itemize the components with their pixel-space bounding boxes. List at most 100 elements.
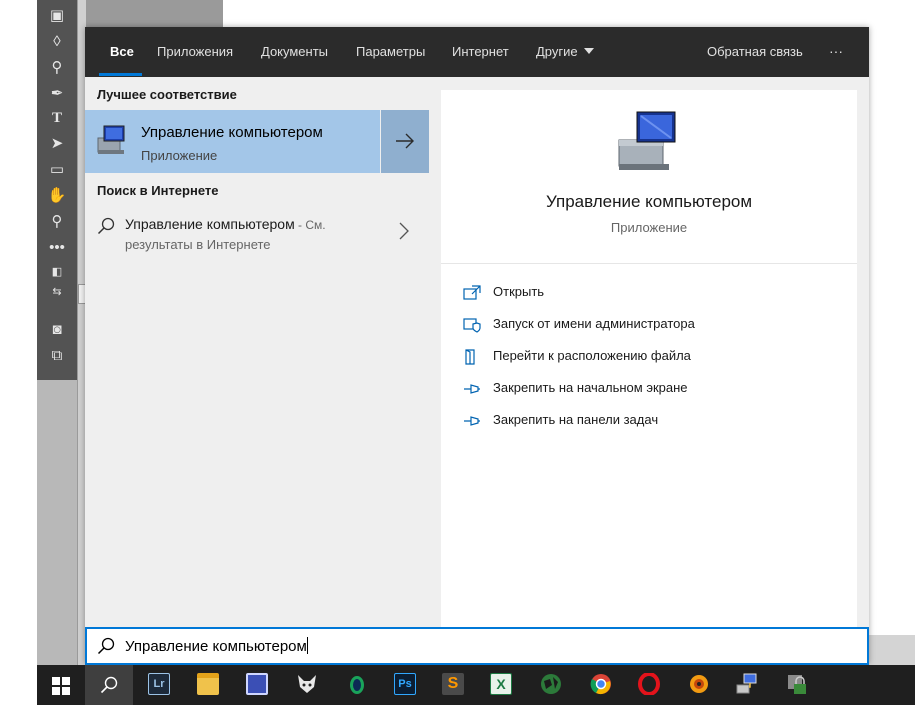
taskbar-xnview[interactable] bbox=[675, 665, 723, 705]
taskbar: Lr Ps S X bbox=[37, 665, 915, 705]
drop-icon bbox=[350, 676, 364, 694]
taskbar-chrome[interactable] bbox=[577, 665, 625, 705]
action-pin-to-taskbar-label: Закрепить на панели задач bbox=[493, 412, 659, 427]
windows-logo-icon bbox=[52, 677, 70, 695]
active-tab-indicator bbox=[99, 73, 142, 76]
tab-web[interactable]: Интернет bbox=[452, 27, 509, 77]
taskbar-globe-app[interactable] bbox=[527, 665, 575, 705]
action-open-file-location[interactable]: Перейти к расположению файла bbox=[463, 346, 843, 368]
text-caret bbox=[306, 637, 308, 654]
search-box[interactable]: Управление компьютером bbox=[85, 627, 869, 665]
search-icon bbox=[97, 637, 115, 655]
dodge-tool-icon[interactable]: ⚲ bbox=[46, 58, 68, 78]
taskbar-start-button[interactable] bbox=[37, 665, 85, 705]
excel-icon: X bbox=[490, 673, 512, 695]
path-select-tool-icon[interactable]: ➤ bbox=[46, 134, 68, 154]
hand-tool-icon[interactable]: ✋ bbox=[46, 186, 68, 206]
opera-icon bbox=[638, 673, 660, 695]
best-match-result[interactable]: Управление компьютером Приложение bbox=[85, 110, 380, 173]
web-search-subtitle: результаты в Интернете bbox=[125, 237, 271, 252]
more-options-button[interactable]: ··· bbox=[829, 27, 843, 77]
globe-icon bbox=[541, 674, 561, 694]
open-preview-button[interactable] bbox=[381, 110, 429, 173]
file-location-icon bbox=[465, 349, 475, 365]
chevron-down-icon bbox=[583, 48, 594, 54]
tab-all[interactable]: Все bbox=[110, 27, 134, 77]
fox-icon bbox=[298, 675, 316, 693]
web-search-query: Управление компьютером bbox=[125, 216, 295, 232]
start-search-menu: Все Приложения Документы Параметры Интер… bbox=[85, 27, 869, 665]
taskbar-lightroom[interactable]: Lr bbox=[135, 665, 183, 705]
search-icon bbox=[100, 676, 118, 694]
tab-documents[interactable]: Документы bbox=[261, 27, 328, 77]
action-run-as-admin-label: Запуск от имени администратора bbox=[493, 316, 695, 331]
zoom-tool-icon[interactable]: ⚲ bbox=[46, 212, 68, 232]
action-pin-to-taskbar[interactable]: Закрепить на панели задач bbox=[463, 410, 843, 432]
web-search-title: Управление компьютером - См. bbox=[125, 216, 326, 232]
taskbar-opera[interactable] bbox=[625, 665, 673, 705]
action-open[interactable]: Открыть bbox=[463, 282, 843, 304]
taskbar-foobar[interactable] bbox=[283, 665, 331, 705]
computer-management-icon bbox=[97, 125, 125, 154]
action-pin-to-start[interactable]: Закрепить на начальном экране bbox=[463, 378, 843, 400]
folder-icon bbox=[197, 673, 219, 695]
sun-icon bbox=[690, 675, 708, 693]
floppy-disk-icon bbox=[246, 673, 268, 695]
computer-management-large-icon bbox=[618, 111, 676, 170]
taskbar-file-explorer[interactable] bbox=[184, 665, 232, 705]
taskbar-sublime[interactable]: S bbox=[429, 665, 477, 705]
action-run-as-admin[interactable]: Запуск от имени администратора bbox=[463, 314, 843, 336]
search-icon bbox=[97, 217, 115, 235]
gradient-tool-icon[interactable]: ▣ bbox=[46, 6, 68, 26]
action-open-label: Открыть bbox=[493, 284, 545, 299]
network-computer-icon bbox=[736, 673, 757, 694]
best-match-heading: Лучшее соответствие bbox=[97, 87, 237, 102]
taskbar-network-app[interactable] bbox=[723, 665, 771, 705]
tab-more[interactable]: Другие bbox=[536, 27, 594, 77]
open-icon bbox=[463, 285, 481, 300]
lock-icon bbox=[788, 675, 806, 694]
chevron-right-icon bbox=[399, 222, 409, 240]
pen-tool-icon[interactable]: ✒ bbox=[46, 84, 68, 104]
action-pin-to-start-label: Закрепить на начальном экране bbox=[493, 380, 688, 395]
lightroom-icon: Lr bbox=[148, 673, 170, 695]
search-input[interactable]: Управление компьютером bbox=[125, 637, 308, 655]
shield-icon bbox=[463, 318, 481, 333]
search-tab-bar: Все Приложения Документы Параметры Интер… bbox=[85, 27, 869, 77]
photoshop-toolbar: ▣ ◊ ⚲ ✒ T ➤ ▭ ✋ ⚲ ••• ◧ ⇆ ◙ ⧉ bbox=[37, 0, 108, 380]
rectangle-tool-icon[interactable]: ▭ bbox=[46, 160, 68, 180]
taskbar-search-button[interactable] bbox=[85, 665, 133, 705]
photoshop-icon: Ps bbox=[394, 673, 416, 695]
photoshop-panel bbox=[868, 635, 915, 665]
photoshop-canvas bbox=[85, 0, 223, 27]
type-tool-icon[interactable]: T bbox=[46, 108, 68, 128]
preview-title: Управление компьютером bbox=[545, 192, 753, 211]
tab-settings[interactable]: Параметры bbox=[356, 27, 425, 77]
chrome-icon bbox=[590, 674, 611, 695]
web-search-heading: Поиск в Интернете bbox=[97, 183, 219, 198]
more-tools-icon[interactable]: ••• bbox=[46, 238, 68, 258]
pin-icon bbox=[464, 384, 480, 394]
pin-icon bbox=[464, 416, 480, 426]
swap-colors-icon[interactable]: ◧ ⇆ bbox=[46, 262, 68, 298]
quick-mask-icon[interactable]: ◙ bbox=[46, 320, 68, 340]
best-match-title: Управление компьютером bbox=[141, 124, 323, 141]
tab-apps[interactable]: Приложения bbox=[157, 27, 233, 77]
search-input-value: Управление компьютером bbox=[125, 638, 307, 655]
screen-mode-icon[interactable]: ⧉ bbox=[46, 346, 68, 366]
taskbar-lock-app[interactable] bbox=[773, 665, 821, 705]
arrow-right-icon bbox=[396, 133, 414, 149]
preview-subtitle: Приложение bbox=[610, 220, 688, 235]
taskbar-app-drop[interactable] bbox=[333, 665, 381, 705]
sublime-icon: S bbox=[442, 673, 464, 695]
preview-pane: Управление компьютером Приложение Открыт… bbox=[441, 90, 857, 658]
feedback-link[interactable]: Обратная связь bbox=[707, 27, 803, 77]
taskbar-save-app[interactable] bbox=[233, 665, 281, 705]
action-open-file-location-label: Перейти к расположению файла bbox=[493, 348, 691, 363]
taskbar-excel[interactable]: X bbox=[477, 665, 525, 705]
blur-tool-icon[interactable]: ◊ bbox=[46, 32, 68, 52]
taskbar-photoshop[interactable]: Ps bbox=[381, 665, 429, 705]
web-search-suffix: - См. bbox=[294, 218, 326, 232]
best-match-subtitle: Приложение bbox=[141, 148, 218, 163]
preview-divider bbox=[441, 263, 857, 264]
